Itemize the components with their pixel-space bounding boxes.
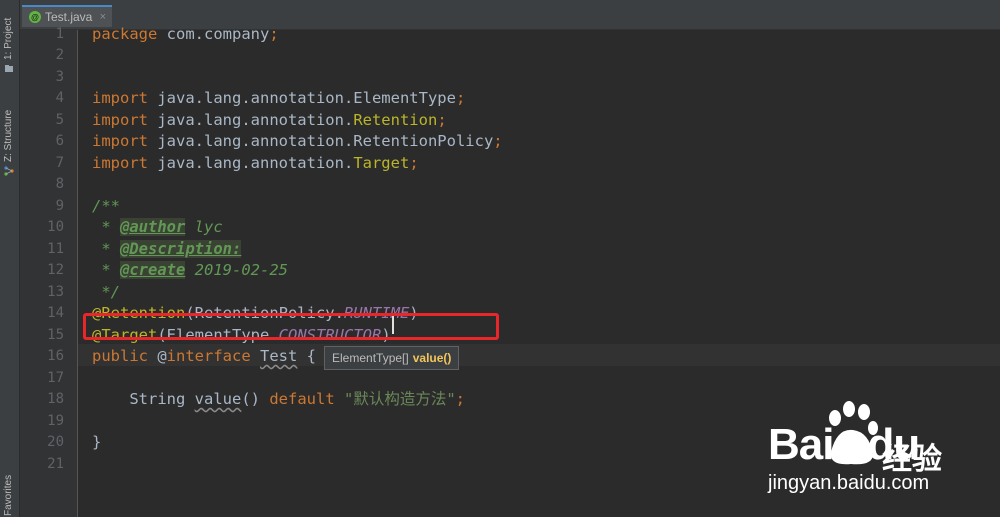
line-number: 4 — [55, 90, 64, 106]
code-line: */ — [92, 282, 120, 304]
code-token: java.lang.annotation.RetentionPolicy — [148, 132, 494, 150]
code-line: import java.lang.annotation.ElementType; — [92, 88, 465, 110]
code-token: java.lang.annotation.ElementType — [148, 89, 456, 107]
code-token: import — [92, 132, 148, 150]
code-token: } — [92, 433, 102, 451]
code-token: ; — [455, 89, 466, 107]
line-number: 21 — [47, 455, 64, 472]
paw-icon — [829, 401, 878, 465]
code-line: import java.lang.annotation.RetentionPol… — [92, 131, 503, 153]
code-token: com.company — [157, 24, 270, 43]
code-line: * @create 2019-02-25 — [92, 260, 288, 282]
code-line: package com.company; — [92, 24, 279, 46]
line-number: 1 — [55, 25, 64, 42]
red-highlight-box — [83, 313, 499, 340]
project-tool-label: 1: Project — [3, 17, 14, 60]
code-token: java.lang.annotation. — [148, 153, 354, 172]
structure-tool-tab[interactable]: Z: Structure — [0, 92, 19, 176]
favorites-tool-tab[interactable]: Favorites — [0, 475, 19, 517]
code-line: } — [92, 432, 101, 454]
code-line: public @interface Test { — [92, 346, 316, 368]
code-token: public — [92, 347, 148, 365]
code-token: String — [92, 390, 195, 408]
code-token: /** — [92, 196, 120, 215]
baidu-jingyan-watermark: Bai du 经验 jingyan.baidu.com — [760, 400, 1000, 517]
code-token: java.lang.annotation. — [148, 110, 354, 129]
code-line: * @Description: — [92, 239, 242, 261]
code-token: Test — [260, 347, 298, 365]
code-token: import — [92, 153, 148, 172]
line-number: 2 — [55, 47, 64, 63]
line-number: 12 — [47, 262, 64, 278]
code-token: lyc — [185, 218, 223, 236]
code-line: /** — [92, 196, 120, 218]
code-token: * — [92, 218, 120, 236]
code-token: import — [92, 89, 148, 107]
line-number: 20 — [47, 434, 64, 450]
line-number: 5 — [55, 111, 64, 128]
code-token: @ — [148, 347, 167, 365]
tab-title: Test.java — [45, 10, 93, 24]
code-line: import java.lang.annotation.Target; — [92, 153, 419, 175]
line-number: 19 — [47, 412, 64, 429]
line-number: 3 — [55, 68, 64, 85]
code-token: value — [194, 390, 242, 408]
code-token: Retention — [353, 110, 438, 129]
line-number: 6 — [55, 133, 64, 149]
line-number: 9 — [55, 197, 64, 214]
code-token: interface — [166, 347, 251, 365]
code-token: ; — [269, 24, 279, 43]
line-number: 15 — [47, 326, 64, 343]
line-number: 16 — [47, 348, 64, 364]
line-number: 8 — [55, 176, 64, 192]
annotation-file-icon: @ — [29, 11, 41, 23]
watermark-url: jingyan.baidu.com — [768, 472, 930, 494]
code-token: * — [92, 239, 120, 258]
code-token: @create — [120, 261, 186, 279]
line-number-gutter[interactable]: 1 2 3 4 5 6 7 8 9 10 11 12 13 14 15 16 17 18 19 20 21 — [20, 26, 89, 517]
code-token: ; — [437, 110, 447, 129]
tooltip-method: value() — [412, 351, 452, 365]
structure-tool-label: Z: Structure — [3, 109, 14, 162]
tooltip-type: ElementType[] — [332, 351, 409, 365]
code-line: import java.lang.annotation.Retention; — [92, 110, 447, 132]
code-line: * @author lyc — [92, 217, 223, 239]
favorites-tool-label: Favorites — [3, 474, 14, 516]
code-token: "默认构造方法" — [344, 390, 456, 408]
parameter-info-tooltip: ElementType[] value() — [324, 346, 460, 370]
code-token: import — [92, 110, 148, 129]
line-number: 18 — [47, 391, 64, 407]
code-token: { — [297, 347, 317, 365]
code-token: @author — [120, 218, 186, 236]
line-number: 7 — [55, 154, 64, 171]
code-token: * — [92, 261, 120, 279]
code-token: Target — [353, 153, 410, 172]
code-token: @Description: — [120, 239, 242, 258]
line-number: 17 — [47, 369, 64, 386]
folder-icon — [5, 65, 13, 72]
code-token: package — [92, 24, 158, 43]
line-number: 13 — [47, 283, 64, 300]
code-token: */ — [92, 282, 120, 301]
text-caret — [392, 316, 394, 334]
code-token: default — [269, 390, 335, 408]
code-token: ; — [493, 132, 503, 150]
line-number: 14 — [47, 305, 64, 321]
line-number: 11 — [47, 240, 64, 257]
project-tool-tab[interactable]: 1: Project — [0, 0, 19, 80]
structure-icon — [4, 166, 14, 176]
code-token: 2019-02-25 — [185, 261, 288, 279]
line-number: 10 — [47, 219, 64, 235]
close-icon[interactable]: × — [100, 11, 106, 23]
code-token: ; — [409, 153, 419, 172]
code-token: () — [241, 390, 270, 408]
code-line: String value() default "默认构造方法"; — [92, 389, 465, 411]
code-token: ; — [455, 390, 466, 408]
tool-window-strip: 1: Project Z: Structure Favorites — [0, 0, 20, 517]
